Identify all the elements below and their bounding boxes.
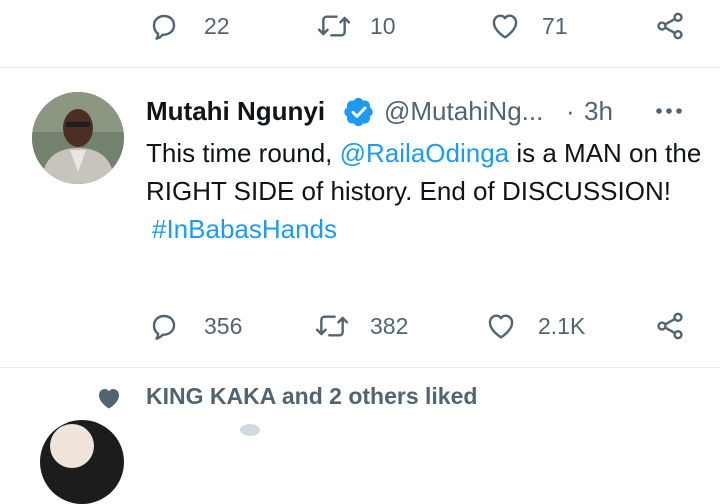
prev-share-button[interactable] [654,10,686,47]
reply-count: 356 [204,312,243,339]
tweet-action-bar: 356 382 2.1K [0,306,720,346]
tweet-divider-top [0,67,720,68]
share-icon [657,312,683,340]
retweet-count: 382 [370,312,409,339]
next-tweet-header-peek [240,424,260,436]
prev-reply-count: 22 [204,12,230,39]
prev-retweet-count: 10 [370,12,396,39]
next-tweet-avatar[interactable] [40,420,124,504]
retweet-icon [317,15,351,37]
author-handle[interactable]: @MutahiNg... [384,96,543,127]
like-icon [492,14,518,39]
liked-by-banner[interactable]: KING KAKA and 2 others liked [146,383,477,410]
liked-heart-icon [94,384,124,417]
share-icon [657,12,683,40]
tweet-text-part1: This time round, [146,138,340,168]
tweet-header: Mutahi Ngunyi @MutahiNg... · 3h [146,92,706,128]
prev-like-button[interactable]: 71 [488,6,568,46]
hashtag-link[interactable]: #InBabasHands [146,210,706,248]
prev-reply-button[interactable]: 22 [148,6,230,46]
prev-like-count: 71 [542,12,568,39]
like-icon [488,314,514,339]
author-display-name[interactable]: Mutahi Ngunyi [146,96,325,127]
reply-icon [152,314,176,340]
prev-retweet-button[interactable]: 10 [316,6,396,46]
reply-icon [152,14,176,40]
header-separator: · [566,96,575,126]
retweet-button[interactable]: 382 [314,306,408,346]
author-avatar[interactable] [32,92,124,184]
like-count: 2.1K [538,312,586,339]
mention-link[interactable]: @RailaOdinga [340,138,509,168]
retweet-icon [315,315,349,337]
tweet-timestamp[interactable]: 3h [584,96,613,127]
share-button[interactable] [654,310,686,347]
tweet-divider-bottom [0,367,720,368]
tweet-body: This time round, @RailaOdinga is a MAN o… [146,134,706,248]
like-button[interactable]: 2.1K [484,306,585,346]
verified-badge-icon [343,96,375,133]
prev-tweet-action-bar: 22 10 71 [0,6,720,46]
reply-button[interactable]: 356 [148,306,242,346]
more-icon[interactable] [654,100,684,127]
